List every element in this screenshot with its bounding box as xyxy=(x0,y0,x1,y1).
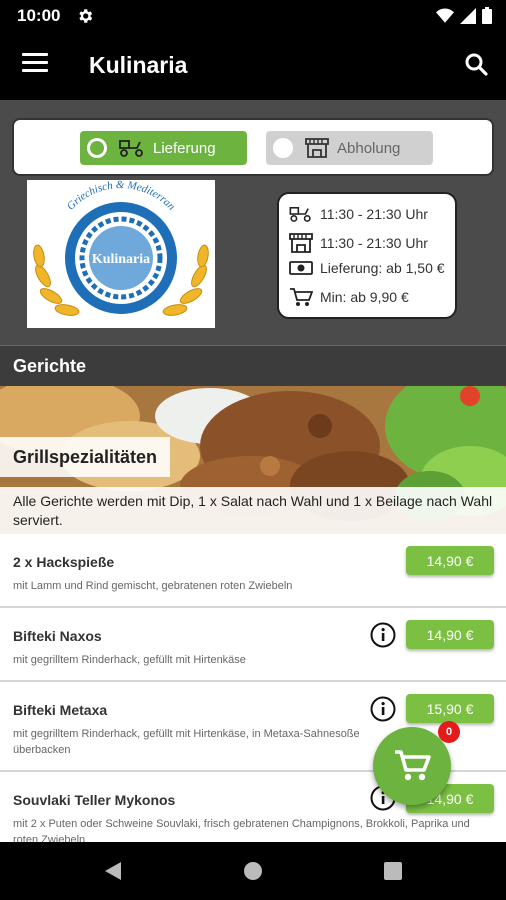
delivery-label: Lieferung xyxy=(153,139,216,157)
app-bar: Kulinaria xyxy=(0,32,506,100)
shop-header: Lieferung Abholung Griechisch & Mediterr… xyxy=(0,100,506,345)
pickup-hours: 11:30 - 21:30 Uhr xyxy=(320,235,428,251)
dish-description: mit 2 x Puten oder Schweine Souvlaki, fr… xyxy=(13,818,470,842)
signal-icon xyxy=(460,7,476,29)
cart-icon xyxy=(290,288,313,306)
dish-description: mit Lamm und Rind gemischt, gebratenen r… xyxy=(13,580,293,592)
dish-name: Bifteki Metaxa xyxy=(13,702,108,718)
add-to-cart-price-button[interactable]: 14,90 € xyxy=(406,620,494,649)
add-to-cart-price-button[interactable]: 15,90 € xyxy=(406,694,494,723)
dish-name: Bifteki Naxos xyxy=(13,628,102,644)
pickup-label: Abholung xyxy=(337,139,401,157)
pickup-hours-row: 11:30 - 21:30 Uhr xyxy=(289,233,428,253)
store-icon xyxy=(289,233,313,253)
dish-item[interactable]: Bifteki Naxos 14,90 € mit gegrilltem Rin… xyxy=(0,608,506,682)
logo-name: Kulinaria xyxy=(92,252,150,267)
system-nav-bar xyxy=(0,842,506,900)
section-header: Gerichte xyxy=(0,345,506,386)
shop-info-card: 11:30 - 21:30 Uhr 11:30 - 21:30 Uhr Lief… xyxy=(277,192,457,319)
dish-description: mit gegrilltem Rinderhack, gefüllt mit H… xyxy=(13,654,246,666)
info-icon[interactable] xyxy=(370,622,396,648)
category-description: Alle Gerichte werden mit Dip, 1 x Salat … xyxy=(0,487,506,534)
delivery-hours: 11:30 - 21:30 Uhr xyxy=(320,206,428,222)
store-icon xyxy=(305,138,329,158)
dish-name: 2 x Hackspieße xyxy=(13,554,115,570)
status-time: 10:00 xyxy=(17,6,61,25)
delivery-option-button[interactable]: Lieferung xyxy=(80,131,247,165)
pickup-option-button[interactable]: Abholung xyxy=(266,131,433,165)
search-icon[interactable] xyxy=(464,52,488,81)
delivery-fee: Lieferung: ab 1,50 € xyxy=(320,260,445,276)
min-order: Min: ab 9,90 € xyxy=(320,289,409,305)
delivery-fee-row: Lieferung: ab 1,50 € xyxy=(289,260,445,276)
settings-gear-icon xyxy=(76,7,94,30)
wifi-icon xyxy=(436,8,454,29)
app-title: Kulinaria xyxy=(89,52,188,78)
cart-count-badge: 0 xyxy=(438,721,460,743)
min-order-row: Min: ab 9,90 € xyxy=(289,287,409,307)
pickup-radio[interactable] xyxy=(273,138,293,158)
restaurant-logo: Griechisch & Mediterran Kulinaria xyxy=(27,179,215,328)
hamburger-menu-icon[interactable] xyxy=(22,53,48,75)
home-icon[interactable] xyxy=(243,861,263,881)
dish-description: mit gegrilltem Rinderhack, gefüllt mit H… xyxy=(13,728,360,756)
delivery-scooter-icon xyxy=(289,206,311,222)
add-to-cart-price-button[interactable]: 14,90 € xyxy=(406,546,494,575)
order-mode-toggle: Lieferung Abholung xyxy=(12,118,494,176)
money-icon xyxy=(289,261,313,275)
shopping-cart-icon xyxy=(395,750,431,781)
delivery-radio[interactable] xyxy=(87,138,107,158)
status-bar: 10:00 xyxy=(0,0,506,32)
category-title: Grillspezialitäten xyxy=(0,437,171,477)
battery-icon xyxy=(482,7,492,29)
delivery-scooter-icon xyxy=(119,140,143,157)
delivery-hours-row: 11:30 - 21:30 Uhr xyxy=(289,206,428,222)
category-banner[interactable]: Grillspezialitäten Alle Gerichte werden … xyxy=(0,386,506,534)
back-icon[interactable] xyxy=(103,861,123,881)
dish-item[interactable]: 2 x Hackspieße 14,90 € mit Lamm und Rind… xyxy=(0,534,506,608)
info-icon[interactable] xyxy=(370,696,396,722)
dish-name: Souvlaki Teller Mykonos xyxy=(13,792,176,808)
recents-icon[interactable] xyxy=(384,862,402,880)
section-title: Gerichte xyxy=(13,356,87,376)
